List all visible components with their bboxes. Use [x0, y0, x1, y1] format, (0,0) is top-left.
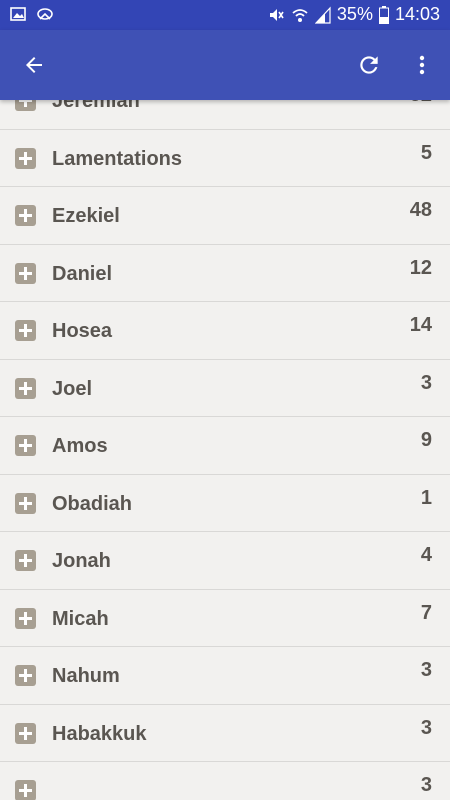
battery-percent: 35% — [336, 4, 373, 24]
mute-vibrate-icon — [269, 8, 284, 21]
refresh-button[interactable] — [351, 47, 387, 83]
book-row[interactable]: 3 — [0, 762, 450, 800]
chapter-count: 3 — [420, 774, 432, 796]
book-name: Joel — [52, 377, 93, 400]
system-status: 35% 14:03 — [267, 4, 440, 25]
book-row[interactable]: Hosea 14 — [0, 302, 450, 360]
expand-plus-icon[interactable] — [15, 262, 36, 284]
book-row[interactable]: Jonah 4 — [0, 532, 450, 590]
chapter-count: 3 — [420, 659, 432, 681]
book-name: Habakkuk — [52, 722, 147, 745]
chapter-count: 3 — [420, 716, 432, 739]
chapter-count: 12 — [409, 256, 432, 279]
more-vert-icon — [419, 55, 425, 75]
book-list: Jeremiah 52 Lamentations 5 Ezekiel 48 Daniel 12… — [0, 100, 450, 800]
expand-plus-icon[interactable] — [15, 320, 36, 341]
book-row[interactable]: Daniel 12 — [0, 245, 450, 302]
book-row[interactable]: Nahum 3 — [0, 647, 450, 705]
expand-plus-icon[interactable] — [15, 492, 36, 514]
book-row[interactable]: Habakkuk 3 — [0, 705, 450, 762]
book-name: Micah — [52, 607, 109, 630]
chapter-count: 9 — [420, 429, 432, 451]
book-name: Jeremiah — [52, 100, 140, 112]
book-row[interactable]: Amos 9 — [0, 417, 450, 475]
book-list-inner: Jeremiah 52 Lamentations 5 Ezekiel 48 Daniel 12… — [0, 100, 450, 800]
expand-plus-icon[interactable] — [15, 147, 36, 169]
chapter-count: 5 — [420, 141, 432, 164]
book-row[interactable]: Micah 7 — [0, 590, 450, 647]
book-row[interactable]: Ezekiel 48 — [0, 187, 450, 245]
signal-icon — [314, 5, 331, 24]
chapter-count: 1 — [420, 486, 432, 509]
battery-icon — [378, 5, 389, 24]
clock: 14:03 — [394, 4, 440, 24]
refresh-icon — [360, 56, 378, 74]
book-name: Ezekiel — [52, 205, 120, 227]
notification-icons — [10, 6, 54, 22]
chapter-count: 7 — [420, 601, 432, 624]
book-row[interactable]: Lamentations 5 — [0, 130, 450, 187]
expand-plus-icon[interactable] — [15, 665, 36, 686]
book-name: Jonah — [52, 550, 111, 572]
book-row[interactable]: Jeremiah 52 — [0, 100, 450, 130]
arrow-back-icon — [26, 57, 42, 73]
wifi-icon — [292, 8, 308, 22]
status-bar: 35% 14:03 — [0, 0, 450, 30]
chapter-count: 52 — [410, 100, 432, 107]
expand-plus-icon[interactable] — [15, 100, 36, 111]
expand-plus-icon[interactable] — [15, 377, 36, 399]
book-row[interactable]: Obadiah 1 — [0, 475, 450, 532]
book-name: Hosea — [52, 320, 113, 342]
back-button[interactable] — [16, 47, 52, 83]
expand-plus-icon[interactable] — [15, 780, 36, 800]
image-notification-icon — [10, 7, 26, 21]
expand-plus-icon[interactable] — [15, 607, 36, 629]
expand-plus-icon[interactable] — [15, 205, 36, 226]
sync-notification-icon — [37, 8, 53, 20]
book-name: Nahum — [52, 665, 120, 687]
book-name: Lamentations — [52, 147, 183, 170]
book-name: Amos — [52, 435, 108, 457]
app-bar — [0, 30, 450, 100]
expand-plus-icon[interactable] — [15, 435, 36, 456]
book-name: Obadiah — [52, 492, 133, 515]
chapter-count: 14 — [409, 314, 432, 336]
chapter-count: 4 — [420, 544, 432, 566]
book-name: Daniel — [52, 262, 113, 285]
more-options-button[interactable] — [404, 47, 440, 83]
chapter-count: 48 — [409, 199, 432, 221]
expand-plus-icon[interactable] — [15, 550, 36, 571]
expand-plus-icon[interactable] — [15, 722, 36, 744]
chapter-count: 3 — [420, 371, 432, 394]
book-row[interactable]: Joel 3 — [0, 360, 450, 417]
